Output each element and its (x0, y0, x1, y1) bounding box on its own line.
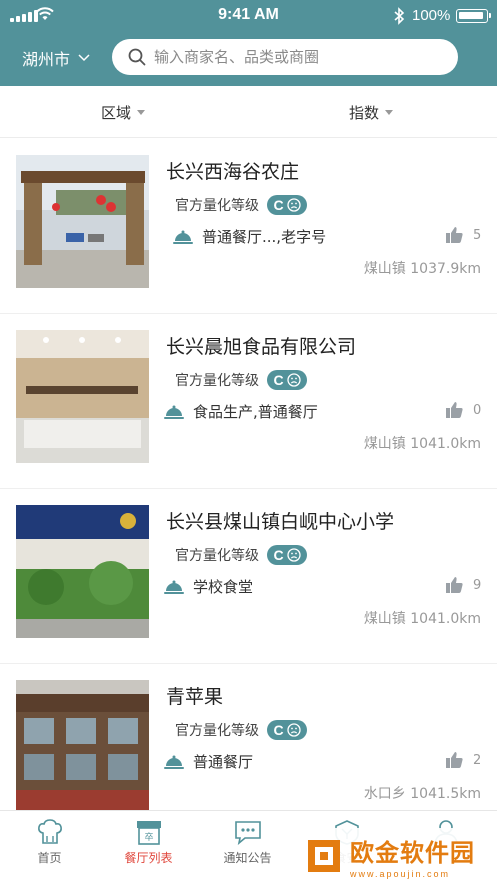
grade-letter: C (273, 547, 284, 563)
thumbs-up-icon (446, 402, 463, 418)
like-counter[interactable]: 5 (446, 227, 481, 243)
grade-letter: C (273, 372, 284, 388)
city-label: 湖州市 (22, 50, 71, 69)
tab-notices[interactable]: 通知公告 (198, 811, 297, 883)
category-row: 食品生产,普通餐厅 (163, 401, 318, 422)
restaurant-name: 长兴西海谷农庄 (166, 161, 300, 183)
thumbs-up-icon (446, 577, 463, 593)
chevron-down-icon (78, 54, 90, 62)
grade-badge: C (267, 370, 307, 390)
grade-badge: C (267, 195, 307, 215)
app-header: 9:41 AM 100% 湖州市 (0, 0, 497, 86)
chat-bubble-icon (234, 821, 261, 845)
category-row: 普通餐厅 (163, 751, 253, 772)
bluetooth-icon (394, 7, 405, 25)
filter-bar: 区域 指数 (0, 86, 497, 138)
tab-home-label: 首页 (37, 851, 62, 865)
like-counter[interactable]: 9 (446, 577, 481, 593)
status-bar: 9:41 AM 100% (0, 0, 497, 32)
grade-label: 官方量化等级 (175, 723, 259, 739)
search-bar[interactable] (112, 39, 458, 75)
caret-down-icon (137, 110, 146, 115)
grade-label: 官方量化等级 (175, 373, 259, 389)
grade-row: 官方量化等级 C (175, 720, 307, 740)
category-text: 学校食堂 (193, 578, 254, 596)
restaurant-name: 青苹果 (166, 686, 224, 708)
cloche-icon (164, 580, 184, 594)
restaurant-name: 长兴县煤山镇白岘中心小学 (166, 511, 395, 533)
grade-row: 官方量化等级 C (175, 195, 307, 215)
search-icon (128, 48, 146, 66)
grade-row: 官方量化等级 C (175, 370, 307, 390)
watermark: 欧金软件园 www.apoujin.com (300, 828, 497, 883)
like-count: 9 (473, 577, 482, 593)
filter-index[interactable]: 指数 (349, 102, 394, 123)
like-count: 2 (473, 752, 482, 768)
watermark-text: 欧金软件园 (350, 838, 475, 867)
sad-face-icon (286, 548, 301, 562)
cloche-icon (164, 755, 184, 769)
like-counter[interactable]: 0 (446, 402, 481, 418)
tab-restaurant-list[interactable]: 卒 餐厅列表 (99, 811, 198, 883)
filter-region[interactable]: 区域 (101, 102, 146, 123)
grade-label: 官方量化等级 (175, 548, 259, 564)
grade-label: 官方量化等级 (175, 198, 259, 214)
restaurant-name: 长兴晨旭食品有限公司 (166, 336, 357, 358)
distance: 水口乡 1041.5km (363, 786, 481, 802)
restaurant-card[interactable]: 长兴县煤山镇白岘中心小学 官方量化等级 C 学校食堂 9 煤山镇 1041.0k… (0, 489, 497, 664)
category-row: 普通餐厅...,老字号 (172, 226, 326, 247)
search-input[interactable] (154, 48, 434, 66)
sad-face-icon (286, 373, 301, 387)
restaurant-photo (16, 155, 149, 288)
distance: 煤山镇 1037.9km (363, 261, 481, 277)
restaurant-photo (16, 680, 149, 813)
cloche-icon (164, 405, 184, 419)
like-count: 0 (473, 402, 482, 418)
tab-restaurant-list-label: 餐厅列表 (124, 851, 173, 865)
watermark-logo-icon (308, 839, 340, 872)
grade-letter: C (273, 197, 284, 213)
battery-icon (456, 9, 491, 23)
storefront-icon: 卒 (136, 821, 161, 845)
watermark-url: www.apoujin.com (350, 868, 451, 879)
battery-percentage: 100% (412, 7, 451, 24)
distance: 煤山镇 1041.0km (363, 611, 481, 627)
like-count: 5 (473, 227, 482, 243)
category-text: 食品生产,普通餐厅 (193, 403, 318, 421)
like-counter[interactable]: 2 (446, 752, 481, 768)
cloche-icon (173, 230, 193, 244)
category-row: 学校食堂 (163, 576, 253, 597)
grade-badge: C (267, 545, 307, 565)
category-text: 普通餐厅 (193, 753, 254, 771)
restaurant-photo (16, 330, 149, 463)
restaurant-card[interactable]: 长兴西海谷农庄 官方量化等级 C 普通餐厅...,老字号 5 煤山镇 1037.… (0, 139, 497, 314)
filter-index-label: 指数 (349, 104, 380, 122)
restaurant-card[interactable]: 长兴晨旭食品有限公司 官方量化等级 C 食品生产,普通餐厅 0 煤山镇 1041… (0, 314, 497, 489)
tab-notices-label: 通知公告 (223, 851, 272, 865)
grade-letter: C (273, 722, 284, 738)
thumbs-up-icon (446, 752, 463, 768)
sad-face-icon (286, 723, 301, 737)
restaurant-photo (16, 505, 149, 638)
chef-hat-icon (37, 819, 62, 844)
svg-text:卒: 卒 (144, 831, 153, 843)
filter-region-label: 区域 (101, 104, 132, 122)
grade-badge: C (267, 720, 307, 740)
city-selector[interactable]: 湖州市 (22, 46, 90, 70)
tab-home[interactable]: 首页 (0, 811, 99, 883)
distance: 煤山镇 1041.0km (363, 436, 481, 452)
category-text: 普通餐厅...,老字号 (202, 228, 327, 246)
grade-row: 官方量化等级 C (175, 545, 307, 565)
sad-face-icon (286, 198, 301, 212)
thumbs-up-icon (446, 227, 463, 243)
caret-down-icon (385, 110, 394, 115)
